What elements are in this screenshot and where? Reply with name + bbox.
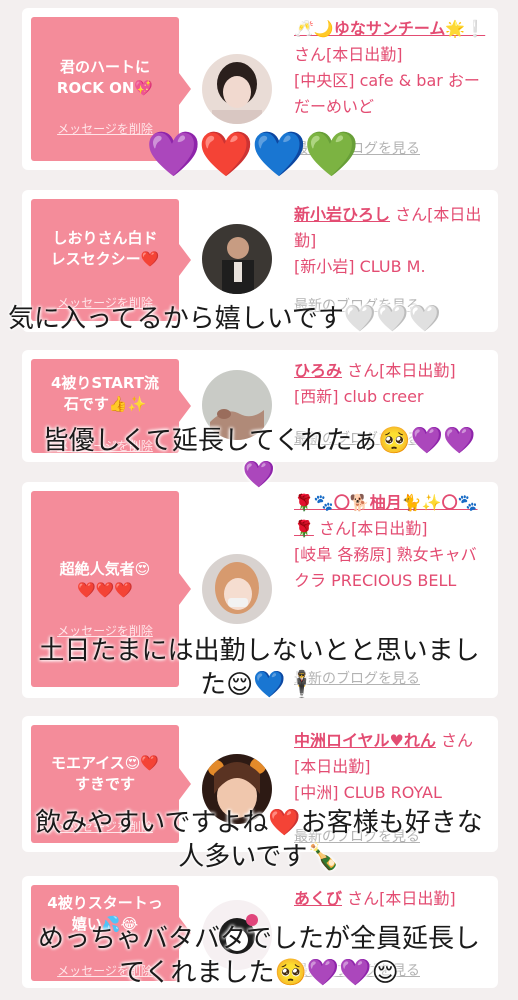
caption-overlay-4: 飲みやすいですよね❤️お客様も好きな 人多いです🍾 — [0, 806, 518, 874]
caption-text: めっちゃバタバタでしたが全員延長し — [37, 924, 480, 954]
caption-overlay-5: めっちゃバタバタでしたが全員延長し てくれました🥺💜💜😌 — [0, 922, 518, 990]
message-text: 君のハートに ROCK ON💖 — [56, 58, 154, 97]
attendance-status: さん[本日出勤] — [294, 45, 403, 64]
hearts-overlay: 💜❤️💙💚 — [146, 129, 359, 180]
caption-text: た😌💙🕴 — [200, 670, 318, 700]
shop-name: [岐阜 各務原] 熟女キャバクラ PRECIOUS BELL — [294, 545, 477, 590]
shop-name: [中央区] cafe & bar おーだーめいど — [294, 71, 480, 116]
avatar[interactable] — [202, 54, 272, 124]
message-text: しおりさん白ドレスセクシー❤️ — [50, 229, 160, 268]
attendance-status: さん[本日出勤] — [313, 519, 428, 538]
shop-name: [西新] club creer — [294, 387, 424, 406]
profile-info: あくび さん[本日出勤] — [294, 886, 490, 912]
profile-info: 中洲ロイヤル♥れん さん[本日出勤] [中洲] CLUB ROYAL — [294, 728, 490, 806]
shop-name: [新小岩] CLUB M. — [294, 257, 426, 276]
member-name-link[interactable]: あくび — [294, 889, 342, 908]
member-name-link[interactable]: 中洲ロイヤル♥れん — [294, 731, 436, 750]
caption-text: 💜 — [242, 460, 276, 490]
member-name-link[interactable]: 🥂🌙ゆなサンチーム🌟❕ — [294, 19, 485, 38]
attendance-status: さん[本日出勤] — [342, 889, 456, 908]
avatar[interactable] — [202, 224, 272, 294]
caption-text: てくれました🥺💜💜😌 — [119, 958, 399, 988]
profile-info: ひろみ さん[本日出勤] [西新] club creer — [294, 358, 490, 410]
message-text: モエアイス😍❤️すきです — [50, 754, 160, 793]
profile-info: 🥂🌙ゆなサンチーム🌟❕ さん[本日出勤] [中央区] cafe & bar おー… — [294, 16, 490, 120]
caption-text: 気に入ってるから嬉しいです🤍🤍🤍 — [8, 304, 442, 334]
caption-overlay-1: 気に入ってるから嬉しいです🤍🤍🤍 — [0, 302, 518, 336]
message-text: 超絶人気者😍❤️❤️❤️ — [59, 560, 151, 599]
member-name-link[interactable]: 新小岩ひろし — [294, 205, 390, 224]
caption-text: 人多いです🍾 — [178, 842, 340, 872]
caption-text: 皆優しくて延長してくれたぁ🥺💜💜 — [42, 426, 476, 456]
caption-overlay-2: 皆優しくて延長してくれたぁ🥺💜💜 💜 — [0, 424, 518, 492]
caption-text: 飲みやすいですよね❤️お客様も好きな — [35, 808, 483, 838]
avatar[interactable] — [202, 554, 272, 624]
message-text: 4被りSTART流石です👍✨ — [50, 374, 160, 413]
caption-text: 土日たまには出勤しないとと思いまし — [38, 636, 480, 666]
profile-info: 新小岩ひろし さん[本日出勤] [新小岩] CLUB M. — [294, 202, 490, 280]
profile-info: 🌹🐾〇🐕柚月🐈✨〇🐾🌹 さん[本日出勤] [岐阜 各務原] 熟女キャバクラ PR… — [294, 490, 490, 594]
shop-name: [中洲] CLUB ROYAL — [294, 783, 442, 802]
attendance-status: さん[本日出勤] — [342, 361, 456, 380]
caption-overlay-3: 土日たまには出勤しないとと思いまし た😌💙🕴 — [0, 634, 518, 702]
member-name-link[interactable]: ひろみ — [294, 361, 342, 380]
